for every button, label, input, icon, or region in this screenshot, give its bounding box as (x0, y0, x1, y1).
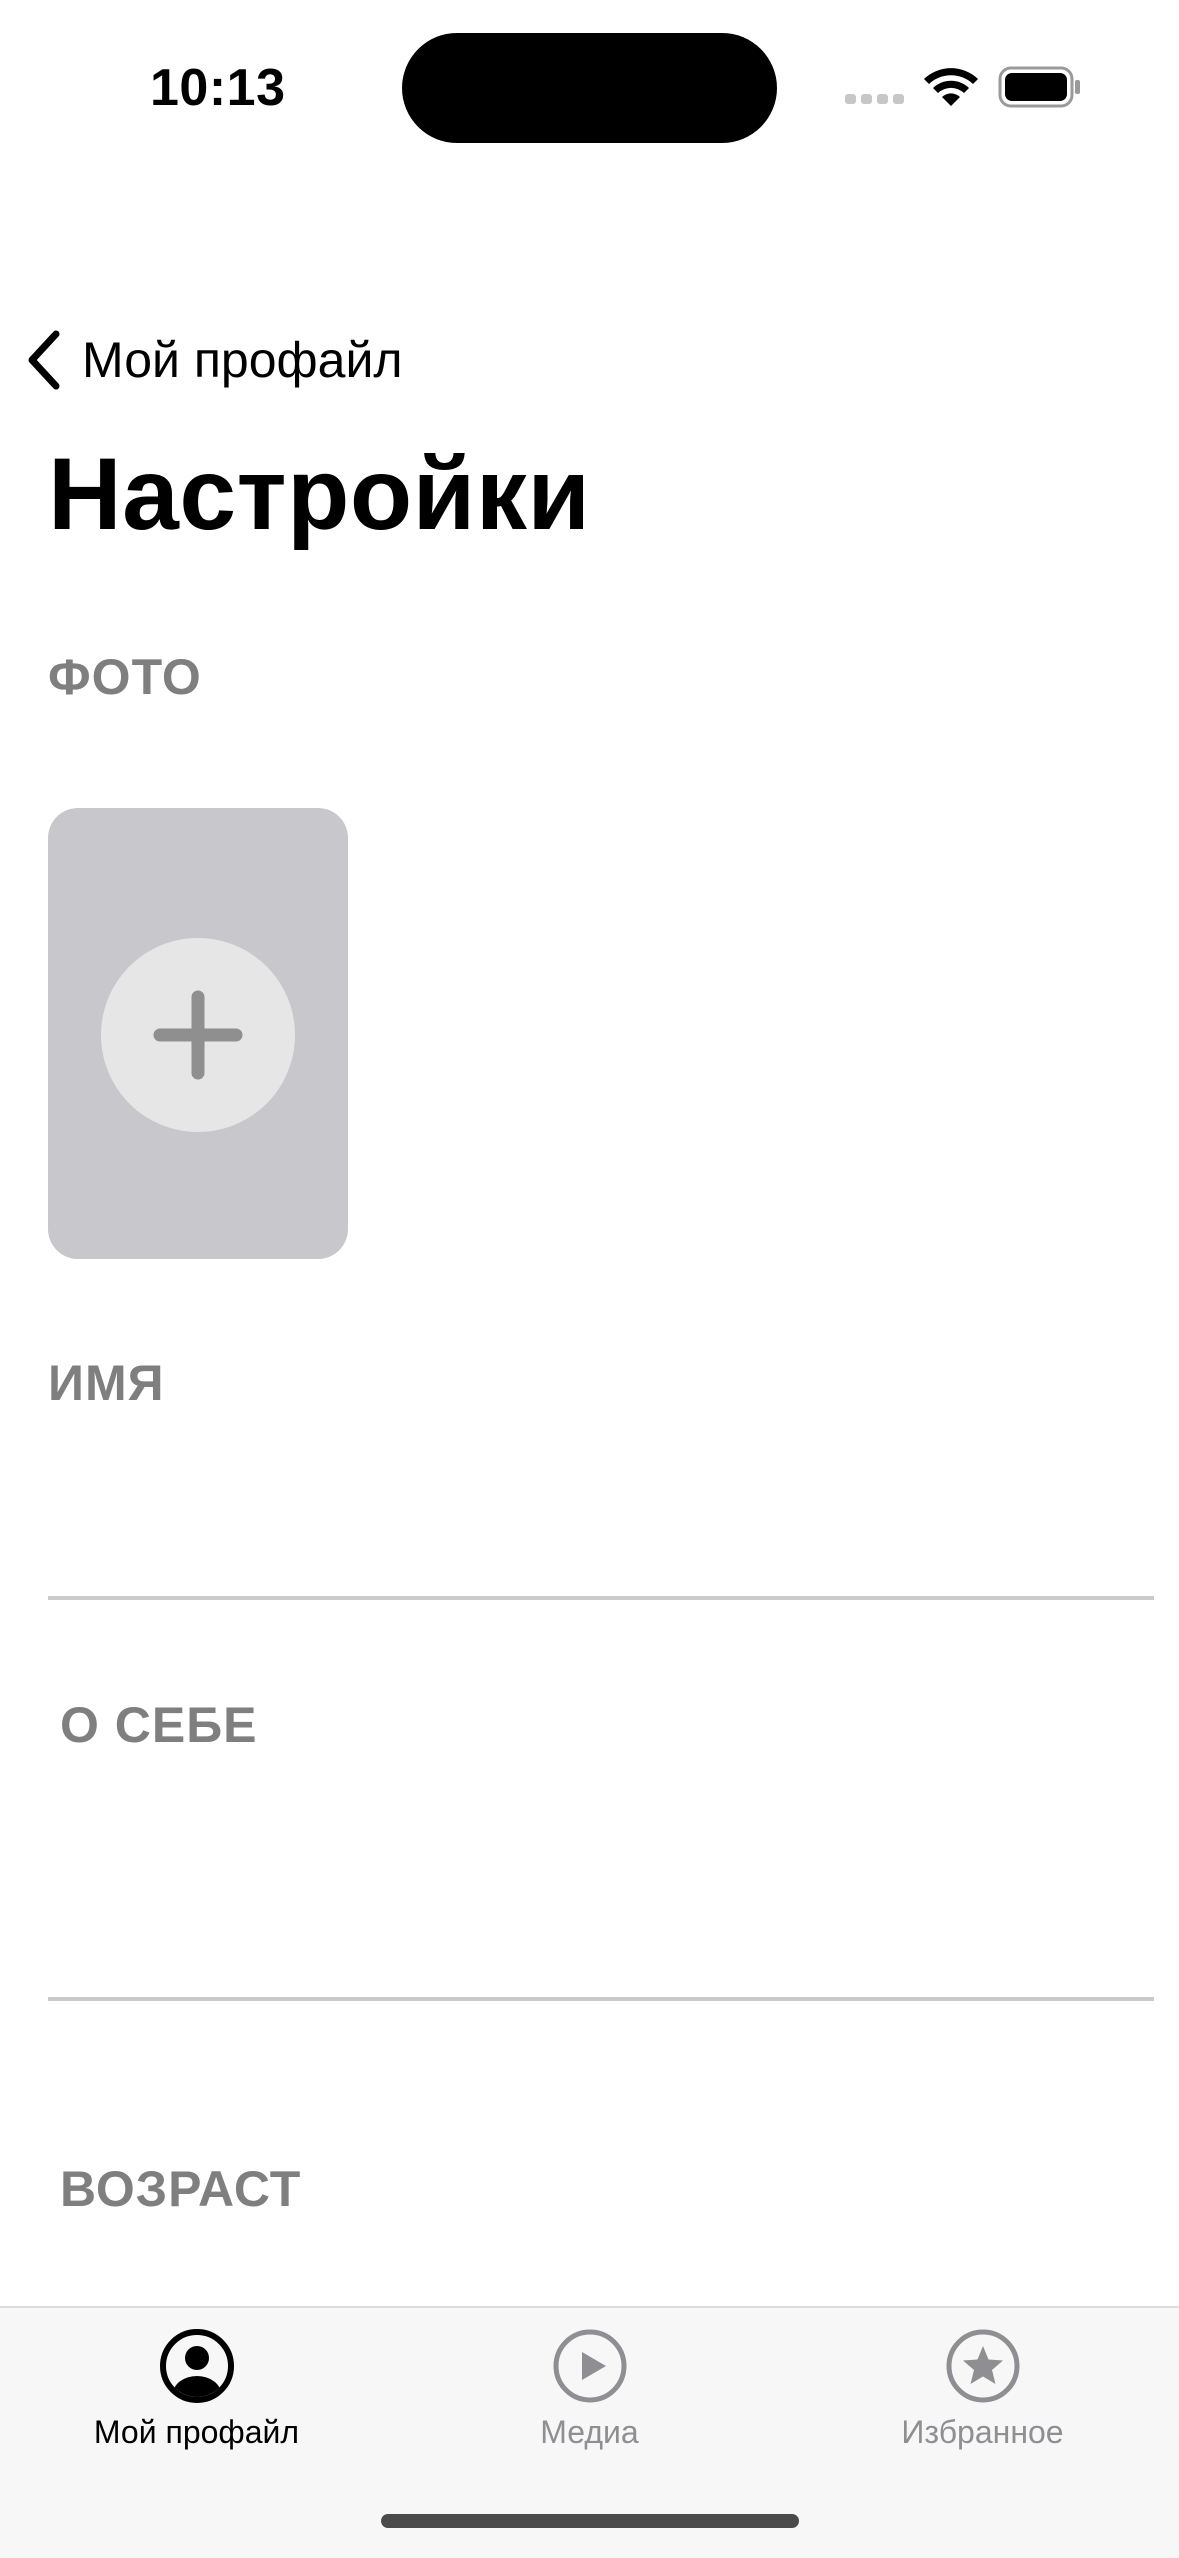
tab-label: Избранное (901, 2414, 1064, 2450)
play-circle-icon (553, 2329, 626, 2403)
dynamic-island (402, 33, 777, 143)
back-button[interactable]: Мой профайл (24, 318, 403, 402)
section-label-about: О СЕБЕ (60, 1697, 258, 1753)
tab-label: Мой профайл (93, 2414, 300, 2450)
back-button-label: Мой профайл (82, 332, 403, 388)
page-title: Настройки (48, 437, 591, 551)
cellular-signal-icon (845, 94, 904, 104)
section-label-name: ИМЯ (48, 1355, 165, 1411)
star-circle-icon (946, 2329, 1019, 2403)
plus-icon (153, 990, 243, 1080)
name-input[interactable] (48, 1470, 1154, 1550)
add-photo-slot[interactable] (48, 808, 348, 1259)
section-label-photo: ФОТО (48, 649, 202, 705)
home-indicator (381, 2514, 799, 2528)
name-divider (48, 1596, 1154, 1600)
tab-media[interactable]: Медиа (393, 2328, 786, 2478)
tab-favorites[interactable]: Избранное (786, 2328, 1179, 2478)
chevron-left-icon (28, 330, 60, 390)
tab-label: Медиа (540, 2414, 639, 2450)
tab-my-profile[interactable]: Мой профайл (0, 2328, 393, 2478)
add-photo-button[interactable] (101, 938, 295, 1132)
person-circle-icon (159, 2329, 234, 2403)
about-input[interactable] (48, 1800, 1154, 1980)
wifi-icon (924, 68, 978, 106)
status-time: 10:13 (150, 59, 286, 117)
section-label-age: ВОЗРАСТ (60, 2161, 302, 2217)
about-divider (48, 1997, 1154, 2001)
battery-icon (998, 66, 1080, 108)
